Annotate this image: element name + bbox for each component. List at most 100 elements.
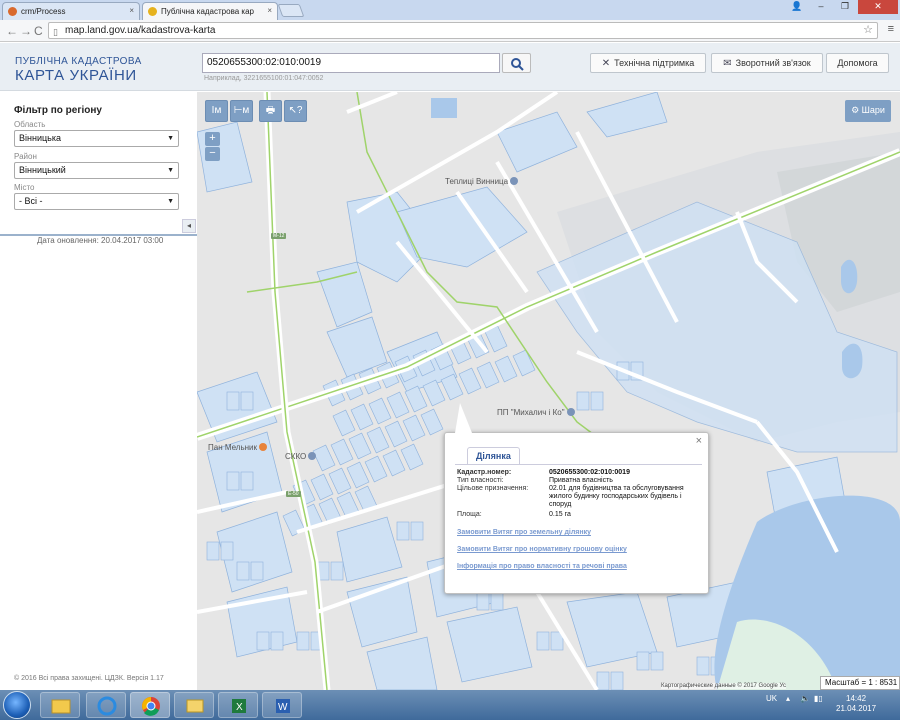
print-button[interactable]: 🖶 [259,100,282,122]
order-valuation-extract-link[interactable]: Замовити Витяг про нормативну грошову оц… [457,546,627,553]
taskbar-word[interactable]: W [262,692,302,718]
parcel[interactable] [366,636,438,690]
search-icon [510,58,524,71]
forward-button[interactable]: → [20,23,32,39]
tab-parcel[interactable]: Ділянка [467,447,520,465]
show-hidden-icons[interactable]: ▴ [786,694,790,703]
tools-icon: ✕ [601,58,611,69]
help-label: Допомога [837,58,878,68]
tab-crm[interactable]: crm/Process × [2,2,140,20]
zoom-in-button[interactable]: + [205,132,220,146]
envelope-icon: ✉ [723,58,732,69]
page-info-icon[interactable]: ▯ [53,25,58,40]
poi-skko[interactable]: СККО [285,452,317,461]
cadastral-search-input[interactable]: 0520655300:02:010:0019 [202,53,500,73]
tab-close-icon[interactable]: × [267,6,272,15]
minimize-button[interactable]: – [810,0,832,14]
taskbar-chrome[interactable] [130,692,170,718]
oblast-value: Вінницька [19,133,61,143]
map-scale: Масштаб = 1 : 8531 [820,676,900,690]
poi-pan-melnyk[interactable]: Пан Мельник [208,443,267,452]
back-button[interactable]: ← [6,23,18,39]
update-date: Дата оновлення: 20.04.2017 03:00 [37,236,164,245]
close-icon[interactable]: × [696,435,702,447]
zoom-out-button[interactable]: − [205,147,220,161]
purpose-label: Цільове призначення: [457,485,529,492]
google-copyright: Картографические данные © 2017 Google Ус [661,683,786,689]
reload-button[interactable]: C [34,23,43,39]
road-label-m12: М-12 [271,233,287,239]
chrome-icon [142,697,160,716]
collapse-sidebar-button[interactable]: ◂ [182,219,196,233]
brand-line-2: КАРТА УКРАЇНИ [15,67,137,84]
windows-taskbar: X W UK ▴ 🔈 ▮▯ 🖧 14:42 21.04.2017 [0,690,900,720]
taskbar-ie[interactable] [86,692,126,718]
oblast-label: Область [14,120,46,129]
parcel[interactable] [316,261,373,328]
oblast-select[interactable]: Вінницька ▼ [14,130,179,147]
city-label: Місто [14,183,35,192]
brand-line-1: ПУБЛІЧНА КАДАСТРОВА [15,56,142,67]
address-bar[interactable]: ▯ map.land.gov.ua/kadastrova-karta ☆ [48,22,878,39]
browser-menu-icon[interactable]: ≡ [888,23,894,35]
raion-select[interactable]: Вінницький ▼ [14,162,179,179]
close-window-button[interactable]: ✕ [858,0,898,14]
restore-button[interactable]: ❐ [834,0,856,14]
search-button[interactable] [502,53,531,73]
road-label-e50: Е-50 [286,491,301,497]
taskbar-outlook[interactable] [174,692,214,718]
street [346,92,398,114]
start-button[interactable] [3,691,31,719]
poi-label: ПП "Михалич і Ко" [497,408,565,417]
parcel[interactable] [586,92,668,138]
ownership-type-value: Приватна власність [549,477,613,484]
help-button[interactable]: Допомога [826,53,889,73]
restaurant-marker-icon [259,443,267,451]
city-select[interactable]: - Всі - ▼ [14,193,179,210]
layers-label: Шари [861,105,885,115]
mail-icon [186,699,204,713]
volume-icon[interactable]: 🔈 [800,694,810,703]
copyright-text: © 2016 Всі права захищені. ЦДЗК. Версія … [14,675,164,682]
pond [431,98,457,118]
bookmark-star-icon[interactable]: ☆ [863,23,873,38]
feedback-button[interactable]: ✉ Зворотний зв'язок [711,53,823,73]
chevron-down-icon: ▼ [167,167,174,174]
measure-length-button[interactable]: Iм [205,100,228,122]
parcel[interactable] [496,111,578,173]
gear-icon: ⚙ [851,105,862,115]
area-value: 0.15 га [549,511,571,518]
tab-close-icon[interactable]: × [129,6,134,15]
tab-cadastre-map[interactable]: Публічна кадастрова кар × [142,2,278,20]
internet-explorer-icon [97,696,117,716]
site-header: ПУБЛІЧНА КАДАСТРОВА КАРТА УКРАЇНИ 052065… [0,43,900,91]
identify-tool-button[interactable]: ↖? [284,100,307,122]
map-canvas[interactable] [197,92,900,690]
poi-greenhouse[interactable]: Теплиці Винница [445,177,519,186]
place-marker-icon [308,452,317,460]
ownership-type-label: Тип власності: [457,477,504,484]
system-clock[interactable]: 14:42 21.04.2017 [836,694,876,714]
ownership-info-link[interactable]: Інформація про право власності та речові… [457,563,627,570]
cadastral-number-label: Кадастр.номер: [457,469,512,476]
pond [842,343,863,379]
cadastral-map[interactable]: Iм ⊢м 🖶 ↖? + − ⚙ Шари Теплиці Винница ПП… [197,92,900,690]
parcel[interactable] [446,606,533,683]
order-parcel-extract-link[interactable]: Замовити Витяг про земельну ділянку [457,529,591,536]
language-indicator[interactable]: UK [766,694,777,703]
battery-icon[interactable]: ▮▯ [814,694,823,703]
poi-mykhalych[interactable]: ПП "Михалич і Ко" [497,408,575,417]
tech-support-button[interactable]: ✕ Технічна підтримка [590,53,706,73]
parcel[interactable] [336,516,403,583]
taskbar-excel[interactable]: X [218,692,258,718]
new-tab-button[interactable] [277,4,305,17]
layers-button[interactable]: ⚙ Шари [845,100,891,122]
poi-label: Пан Мельник [208,443,257,452]
folder-icon [51,699,71,714]
measure-area-button[interactable]: ⊢м [230,100,253,122]
taskbar-explorer[interactable] [40,692,80,718]
cadastral-number-value: 0520655300:02:010:0019 [549,469,630,476]
browser-toolbar: ← → C ▯ map.land.gov.ua/kadastrova-karta… [0,20,900,42]
svg-text:W: W [278,702,288,713]
profile-icon[interactable]: 👤 [786,0,808,14]
